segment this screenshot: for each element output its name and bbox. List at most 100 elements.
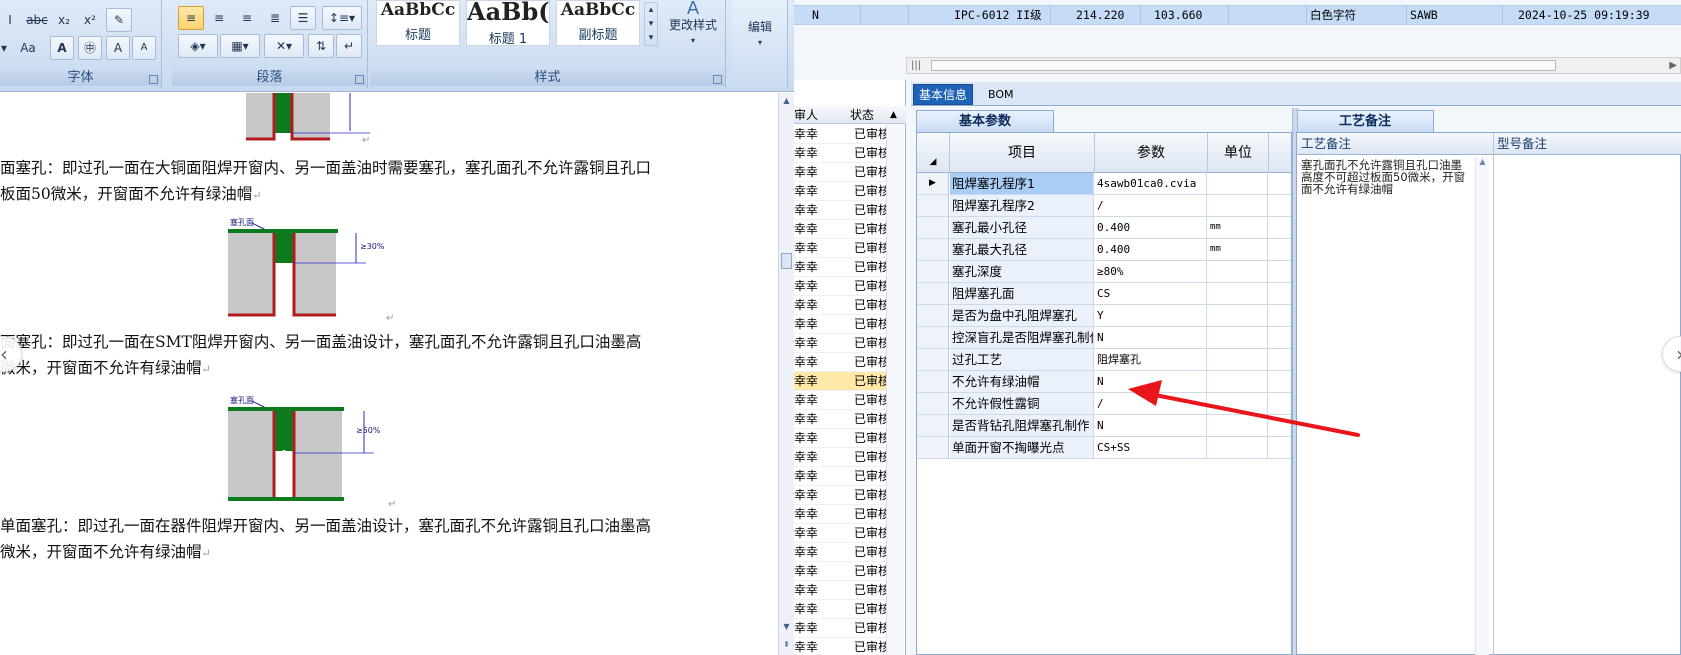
- param-value[interactable]: ≥80%: [1095, 261, 1207, 282]
- param-unit[interactable]: [1208, 371, 1268, 392]
- sort-icon[interactable]: ⇅: [308, 34, 334, 58]
- param-item[interactable]: 塞孔最大孔径: [950, 239, 1094, 260]
- list-item[interactable]: 幸幸 已审核: [794, 467, 890, 486]
- sort-asc-icon[interactable]: ▲: [890, 106, 897, 124]
- param-item[interactable]: 阻焊塞孔程序2: [950, 195, 1094, 216]
- list-item[interactable]: 幸幸 已审核: [794, 258, 890, 277]
- row-indicator[interactable]: [917, 415, 949, 436]
- param-unit[interactable]: [1208, 437, 1268, 458]
- param-unit[interactable]: [1208, 393, 1268, 414]
- char-shading-button[interactable]: A: [50, 36, 74, 60]
- list-item[interactable]: 幸幸 已审核: [794, 543, 890, 562]
- grow-font-button[interactable]: A: [106, 36, 130, 60]
- word-vertical-scrollbar[interactable]: ▲ ▼ ⇞: [778, 93, 794, 655]
- list-item[interactable]: 幸幸 已审核: [794, 220, 890, 239]
- change-styles-button[interactable]: A 更改样式 ▾: [662, 0, 724, 56]
- table-row[interactable]: 是否为盘中孔阻焊塞孔 Y: [917, 305, 1291, 327]
- param-item[interactable]: 塞孔深度: [950, 261, 1094, 282]
- param-item[interactable]: 不允许假性露铜: [950, 393, 1094, 414]
- param-item[interactable]: 是否为盘中孔阻焊塞孔: [950, 305, 1094, 326]
- scroll-down-icon[interactable]: ▼: [781, 621, 792, 632]
- list-item[interactable]: 幸幸 已审核: [794, 201, 890, 220]
- list-item[interactable]: 幸幸 已审核: [794, 524, 890, 543]
- param-item[interactable]: 阻焊塞孔程序1: [950, 173, 1094, 194]
- param-value[interactable]: CS: [1095, 283, 1207, 304]
- table-row[interactable]: 塞孔最大孔径 0.400 mm: [917, 239, 1291, 261]
- row-indicator[interactable]: [917, 261, 949, 282]
- param-value[interactable]: /: [1095, 393, 1207, 414]
- process-panel-title[interactable]: 工艺备注: [1296, 110, 1434, 132]
- list-item[interactable]: 幸幸 已审核: [794, 562, 890, 581]
- list-item[interactable]: 幸幸 已审核: [794, 391, 890, 410]
- styles-scroll-icon[interactable]: ▴ ▾ ▾: [644, 2, 658, 46]
- strikethrough-button[interactable]: abc: [24, 8, 50, 32]
- list-item[interactable]: 幸幸 已审核: [794, 239, 890, 258]
- scroll-thumb[interactable]: [931, 60, 1556, 71]
- table-row[interactable]: 单面开窗不掏曝光点 CS+SS: [917, 437, 1291, 459]
- align-right-icon[interactable]: ≡: [234, 6, 260, 30]
- list-item[interactable]: 幸幸 已审核: [794, 296, 890, 315]
- list-item[interactable]: 幸幸 已审核: [794, 353, 890, 372]
- underline-button[interactable]: I: [0, 8, 20, 32]
- param-item[interactable]: 阻焊塞孔面: [950, 283, 1094, 304]
- subscript-button[interactable]: x₂: [52, 8, 76, 32]
- param-item[interactable]: 过孔工艺: [950, 349, 1094, 370]
- param-unit[interactable]: [1208, 305, 1268, 326]
- param-value[interactable]: 4sawb01ca0.cvia: [1095, 173, 1207, 194]
- list-item[interactable]: 幸幸 已审核: [794, 163, 890, 182]
- list-item[interactable]: 幸幸 已审核: [794, 182, 890, 201]
- row-indicator[interactable]: [917, 393, 949, 414]
- param-unit[interactable]: [1208, 173, 1268, 194]
- row-pointer-icon[interactable]: ▶: [917, 173, 949, 194]
- list-item[interactable]: 幸幸 已审核: [794, 638, 890, 655]
- superscript-button[interactable]: x²: [78, 8, 102, 32]
- param-unit[interactable]: mm: [1208, 217, 1268, 238]
- scroll-thumb[interactable]: [781, 253, 792, 269]
- table-row[interactable]: 阻焊塞孔面 CS: [917, 283, 1291, 305]
- show-marks-icon[interactable]: ↵: [336, 34, 362, 58]
- tab-bom[interactable]: BOM: [983, 84, 1019, 105]
- style-subtitle[interactable]: AaBbCc 副标题: [556, 0, 640, 46]
- page-up-icon[interactable]: ⇞: [781, 639, 792, 650]
- font-launcher-icon[interactable]: [149, 75, 158, 84]
- row-indicator[interactable]: [917, 305, 949, 326]
- table-row[interactable]: 塞孔最小孔径 0.400 mm: [917, 217, 1291, 239]
- table-row[interactable]: 是否背钻孔阻焊塞孔制作 N: [917, 415, 1291, 437]
- list-item[interactable]: 幸幸 已审核: [794, 125, 890, 144]
- param-unit[interactable]: [1208, 283, 1268, 304]
- param-unit[interactable]: [1208, 327, 1268, 348]
- enclose-char-icon[interactable]: ㊥: [78, 36, 102, 60]
- edit-button[interactable]: 编辑 ▾: [736, 18, 784, 58]
- row-indicator[interactable]: [917, 437, 949, 458]
- header-value[interactable]: 参数: [1095, 133, 1208, 173]
- param-value[interactable]: 0.400: [1095, 239, 1207, 260]
- param-item[interactable]: 是否背钻孔阻焊塞孔制作: [950, 415, 1094, 436]
- param-panel-title[interactable]: 基本参数: [916, 110, 1054, 132]
- asian-layout-icon[interactable]: ✕▾: [264, 34, 304, 58]
- justify-icon[interactable]: ≣: [262, 6, 288, 30]
- param-value[interactable]: N: [1095, 327, 1207, 348]
- list-scrollbar[interactable]: [886, 124, 904, 655]
- param-value[interactable]: /: [1095, 195, 1207, 216]
- row-indicator[interactable]: [917, 283, 949, 304]
- list-item[interactable]: 幸幸 已审核: [794, 429, 890, 448]
- align-left-icon[interactable]: ≡: [178, 6, 204, 30]
- clear-format-icon[interactable]: ✎: [106, 8, 132, 32]
- list-item[interactable]: 幸幸 已审核: [794, 448, 890, 467]
- shrink-font-button[interactable]: A: [132, 36, 156, 60]
- row-indicator[interactable]: [917, 371, 949, 392]
- table-row[interactable]: 不允许假性露铜 /: [917, 393, 1291, 415]
- row-indicator[interactable]: [917, 239, 949, 260]
- table-row[interactable]: 控深盲孔是否阻焊塞孔制作 N: [917, 327, 1291, 349]
- param-item[interactable]: 塞孔最小孔径: [950, 217, 1094, 238]
- param-value[interactable]: 阻焊塞孔: [1095, 349, 1207, 370]
- table-row[interactable]: 不允许有绿油帽 N: [917, 371, 1291, 393]
- selected-record-row[interactable]: N IPC-6012 II级 214.220 103.660 白色字符 SAWB…: [794, 5, 1681, 25]
- document-page[interactable]: ↵ 面塞孔：即过孔一面在大铜面阻焊开窗内、另一面盖油时需要塞孔，塞孔面孔不允许露…: [0, 93, 778, 655]
- param-value[interactable]: CS+SS: [1095, 437, 1207, 458]
- scroll-right-icon[interactable]: ▶: [1669, 58, 1677, 73]
- list-item[interactable]: 幸幸 已审核: [794, 144, 890, 163]
- param-item[interactable]: 控深盲孔是否阻焊塞孔制作: [950, 327, 1094, 348]
- list-item[interactable]: 幸幸 已审核: [794, 334, 890, 353]
- list-item[interactable]: 幸幸 已审核: [794, 486, 890, 505]
